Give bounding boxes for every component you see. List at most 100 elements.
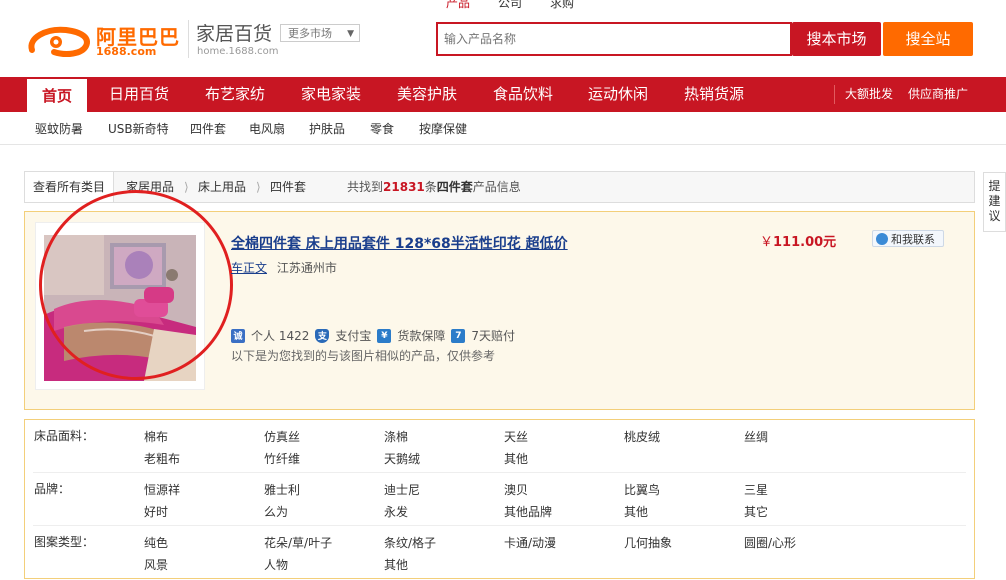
breadcrumb-item[interactable]: 四件套 [270,172,306,202]
result-suffix: 产品信息 [472,180,521,194]
highlight-circle [39,190,233,380]
site-url: home.1688.com [197,46,279,57]
chat-icon [876,233,888,245]
filter-option[interactable]: 其他 [624,503,648,520]
contact-me-button[interactable]: 和我联系 [872,230,944,247]
main-nav: 首页 日用百货 布艺家纺 家电家装 美容护肤 食品饮料 运动休闲 热销货源 大额… [0,77,1006,112]
nav-item-food[interactable]: 食品饮料 [493,77,553,112]
filter-option[interactable]: 雅士利 [264,481,300,498]
filter-option[interactable]: 纯色 [144,534,168,551]
subnav-item[interactable]: 护肤品 [309,120,345,137]
filter-option[interactable]: 么为 [264,503,288,520]
nav-item-daily[interactable]: 日用百货 [109,77,169,112]
filter-option[interactable]: 条纹/格子 [384,534,436,551]
filter-option[interactable]: 桃皮绒 [624,428,660,445]
filter-panel: 床品面料： 棉布 仿真丝 涤棉 天丝 桃皮绒 丝绸 老粗布 竹纤维 天鹅绒 其他… [24,419,975,579]
nav-divider [834,85,835,104]
subnav-item[interactable]: 驱蚊防暑 [35,120,83,137]
seller-name-link[interactable]: 车正文 [231,261,267,275]
filter-option[interactable]: 丝绸 [744,428,768,445]
breadcrumb-arrow-icon: ⟩ [256,180,261,194]
filter-option[interactable]: 澳贝 [504,481,528,498]
filter-option[interactable]: 花朵/草/叶子 [264,534,332,551]
filter-option[interactable]: 天鹅绒 [384,450,420,467]
alibaba-swirl-icon [28,26,90,57]
filter-row-fabric: 床品面料： 棉布 仿真丝 涤棉 天丝 桃皮绒 丝绸 老粗布 竹纤维 天鹅绒 其他 [33,420,966,473]
breadcrumb-item[interactable]: 床上用品 [198,172,246,202]
filter-row-brand: 品牌： 恒源祥 雅士利 迪士尼 澳贝 比翼鸟 三星 好时 么为 永发 其他品牌 … [33,473,966,526]
nav-item-sports[interactable]: 运动休闲 [588,77,648,112]
filter-option[interactable]: 比翼鸟 [624,481,660,498]
more-market-label: 更多市场 [288,27,332,40]
breadcrumb-arrow-icon: ⟩ [184,180,189,194]
seller-info: 车正文 江苏通州市 [231,259,337,276]
alipay-shield-icon[interactable]: 支 [315,328,330,343]
seven-day-compensation-icon[interactable]: 7 [451,328,466,343]
filter-option[interactable]: 风景 [144,556,168,573]
filter-label: 图案类型： [34,535,95,549]
subnav-item[interactable]: 零食 [370,120,394,137]
filter-option[interactable]: 老粗布 [144,450,180,467]
filter-option[interactable]: 永发 [384,503,408,520]
tab-buying[interactable]: 求购 [550,0,574,11]
alibaba-logo[interactable]: 阿里巴巴 1688.com [26,18,186,62]
currency-symbol: ￥ [760,235,774,250]
nav-item-beauty[interactable]: 美容护肤 [397,77,457,112]
product-card: 全棉四件套 床上用品套件 128*68半活性印花 超低价 车正文 江苏通州市 ￥… [24,190,975,410]
more-market-dropdown[interactable]: 更多市场 ▼ [280,24,360,42]
logo-subtext: 1688.com [96,45,157,58]
filter-option[interactable]: 天丝 [504,428,528,445]
payment-guarantee-icon[interactable]: ¥ [377,328,392,343]
filter-label: 床品面料： [34,429,95,443]
price-value: 111.00元 [773,235,837,250]
filter-option[interactable]: 其他 [504,450,528,467]
badge-label: 7天赔付 [471,329,516,343]
product-title-link[interactable]: 全棉四件套 床上用品套件 128*68半活性印花 超低价 [231,233,568,253]
filter-option[interactable]: 恒源祥 [144,481,180,498]
nav-item-hot[interactable]: 热销货源 [684,77,744,112]
search-input[interactable] [438,24,790,54]
search-box [436,22,792,56]
filter-option[interactable]: 其他品牌 [504,503,552,520]
filter-option[interactable]: 好时 [144,503,168,520]
filter-option[interactable]: 圆圈/心形 [744,534,796,551]
seller-location: 江苏通州市 [276,261,337,275]
badge-label: 个人 1422 [251,329,310,343]
result-count: 21831 [383,180,425,194]
filter-option[interactable]: 仿真丝 [264,428,300,445]
filter-option[interactable]: 人物 [264,556,288,573]
badge-label: 货款保障 [397,329,446,343]
sub-nav: 驱蚊防暑 USB新奇特 四件套 电风扇 护肤品 零食 按摩保健 [0,112,1006,145]
trust-badges: 诚 个人 1422 支 支付宝 ¥ 货款保障 7 7天赔付 [231,327,515,344]
filter-option[interactable]: 棉布 [144,428,168,445]
filter-option[interactable]: 三星 [744,481,768,498]
filter-option[interactable]: 迪士尼 [384,481,420,498]
nav-supplier-promo[interactable]: 供应商推广 [908,77,968,112]
filter-option[interactable]: 卡通/动漫 [504,534,556,551]
filter-option[interactable]: 竹纤维 [264,450,300,467]
nav-bulk-wholesale[interactable]: 大额批发 [845,77,893,112]
subnav-item[interactable]: USB新奇特 [108,120,169,137]
suggest-button[interactable]: 提建议 [983,172,1006,232]
contact-label: 和我联系 [891,233,935,246]
brand-divider [188,20,189,58]
filter-option[interactable]: 其它 [744,503,768,520]
subnav-item[interactable]: 四件套 [190,120,226,137]
filter-option[interactable]: 几何抽象 [624,534,672,551]
tab-company[interactable]: 公司 [498,0,522,11]
result-count-text: 共找到21831条四件套产品信息 [347,172,521,202]
badge-label: 支付宝 [335,329,372,343]
search-market-button[interactable]: 搜本市场 [792,22,881,56]
result-mid: 条 [424,180,437,194]
search-all-button[interactable]: 搜全站 [883,22,973,56]
filter-option[interactable]: 其他 [384,556,408,573]
nav-item-appliance[interactable]: 家电家装 [301,77,361,112]
filter-option[interactable]: 涤棉 [384,428,408,445]
nav-item-textile[interactable]: 布艺家纺 [205,77,265,112]
integrity-icon[interactable]: 诚 [231,328,245,343]
site-title[interactable]: 家居百货 [196,19,272,46]
subnav-item[interactable]: 电风扇 [249,120,285,137]
subnav-item[interactable]: 按摩保健 [419,120,467,137]
nav-item-home[interactable]: 首页 [27,77,87,112]
tab-product[interactable]: 产品 [446,0,470,11]
